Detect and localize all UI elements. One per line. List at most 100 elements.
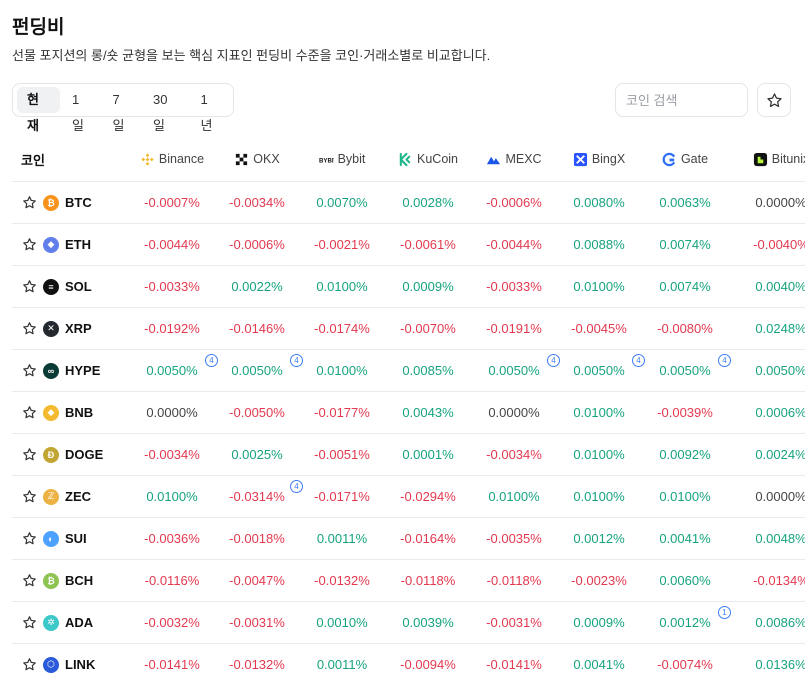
funding-rate-cell[interactable]: -0.0031%	[214, 602, 300, 643]
funding-rate-cell[interactable]: -0.0094%	[385, 644, 471, 684]
funding-rate-cell[interactable]: -0.0031%	[471, 602, 557, 643]
favorite-star-icon[interactable]	[22, 237, 37, 252]
exchange-header-bybit[interactable]: BYBITBybit	[299, 137, 385, 181]
funding-rate-cell[interactable]: -0.0192%	[129, 308, 215, 349]
funding-rate-cell[interactable]: 0.0050% 4	[642, 350, 731, 391]
funding-rate-cell[interactable]: 0.0024%	[738, 434, 805, 475]
funding-rate-cell[interactable]: -0.0132%	[299, 560, 385, 601]
funding-rate-cell[interactable]: 0.0039%	[385, 602, 471, 643]
funding-rate-cell[interactable]: -0.0146%	[214, 308, 300, 349]
favorite-star-icon[interactable]	[22, 279, 37, 294]
favorite-star-icon[interactable]	[22, 405, 37, 420]
funding-rate-cell[interactable]: -0.0050%	[214, 392, 300, 433]
funding-rate-cell[interactable]: 0.0050% 4	[471, 350, 560, 391]
funding-rate-cell[interactable]: 0.0009%	[385, 266, 471, 307]
funding-rate-cell[interactable]: 0.0080%	[556, 182, 642, 223]
funding-rate-cell[interactable]: 0.0248%	[738, 308, 805, 349]
funding-rate-cell[interactable]: 0.0048%	[738, 518, 805, 559]
funding-rate-cell[interactable]: 0.0000%	[738, 476, 805, 517]
funding-rate-cell[interactable]: 0.0100%	[129, 476, 215, 517]
table-row[interactable]: ₿ BCH -0.0116% -0.0047% -0.0132% -0.0118% -0.0…	[12, 560, 805, 602]
funding-rate-cell[interactable]: -0.0032%	[129, 602, 215, 643]
funding-rate-cell[interactable]: -0.0034%	[214, 182, 300, 223]
funding-rate-cell[interactable]: -0.0132%	[214, 644, 300, 684]
funding-rate-cell[interactable]: 0.0025%	[214, 434, 300, 475]
funding-rate-cell[interactable]: -0.0080%	[642, 308, 728, 349]
funding-rate-cell[interactable]: 0.0100%	[556, 434, 642, 475]
funding-rate-cell[interactable]: 0.0043%	[385, 392, 471, 433]
funding-rate-cell[interactable]: -0.0074%	[642, 644, 728, 684]
funding-rate-cell[interactable]: -0.0314% 4	[214, 476, 303, 517]
funding-rate-cell[interactable]: -0.0118%	[385, 560, 471, 601]
funding-rate-cell[interactable]: -0.0018%	[214, 518, 300, 559]
exchange-header-mexc[interactable]: MEXC	[471, 137, 557, 181]
funding-rate-cell[interactable]: 0.0041%	[642, 518, 728, 559]
funding-rate-cell[interactable]: 0.0006%	[738, 392, 805, 433]
funding-rate-cell[interactable]: 0.0074%	[642, 224, 728, 265]
funding-rate-cell[interactable]: 0.0136%	[738, 644, 805, 684]
funding-rate-cell[interactable]: 0.0050% 4	[214, 350, 303, 391]
funding-rate-cell[interactable]: -0.0044%	[471, 224, 557, 265]
funding-rate-cell[interactable]: 0.0011%	[299, 518, 385, 559]
favorite-star-icon[interactable]	[22, 447, 37, 462]
funding-rate-cell[interactable]: 0.0050% 4	[129, 350, 218, 391]
funding-rate-cell[interactable]: 0.0100%	[642, 476, 728, 517]
funding-rate-cell[interactable]: -0.0118%	[471, 560, 557, 601]
funding-rate-cell[interactable]: 0.0088%	[556, 224, 642, 265]
funding-rate-cell[interactable]: -0.0033%	[471, 266, 557, 307]
funding-rate-cell[interactable]: -0.0174%	[299, 308, 385, 349]
favorite-star-icon[interactable]	[22, 321, 37, 336]
exchange-header-bingx[interactable]: BingX	[556, 137, 642, 181]
period-tab[interactable]: 30일	[143, 87, 188, 133]
funding-rate-cell[interactable]: 0.0100%	[471, 476, 557, 517]
funding-rate-cell[interactable]: 0.0001%	[385, 434, 471, 475]
table-row[interactable]: ≡ SOL -0.0033% 0.0022% 0.0100% 0.0009% -0.0033…	[12, 266, 805, 308]
exchange-header-gate[interactable]: Gate	[642, 137, 728, 181]
funding-rate-cell[interactable]: -0.0116%	[129, 560, 215, 601]
exchange-header-binance[interactable]: Binance	[129, 137, 215, 181]
table-row[interactable]: ✕ XRP -0.0192% -0.0146% -0.0174% -0.0070% -0.0…	[12, 308, 805, 350]
favorite-star-icon[interactable]	[22, 489, 37, 504]
favorite-star-icon[interactable]	[22, 195, 37, 210]
funding-rate-cell[interactable]: 0.0100%	[299, 350, 385, 391]
funding-rate-cell[interactable]: 0.0092%	[642, 434, 728, 475]
funding-rate-cell[interactable]: -0.0021%	[299, 224, 385, 265]
funding-rate-cell[interactable]: -0.0051%	[299, 434, 385, 475]
funding-rate-cell[interactable]: 0.0085%	[385, 350, 471, 391]
funding-rate-cell[interactable]: 0.0009%	[556, 602, 642, 643]
funding-rate-cell[interactable]: -0.0006%	[471, 182, 557, 223]
funding-rate-cell[interactable]: -0.0047%	[214, 560, 300, 601]
funding-rate-cell[interactable]: -0.0134%	[738, 560, 805, 601]
funding-rate-cell[interactable]: -0.0040%	[738, 224, 805, 265]
funding-rate-cell[interactable]: 0.0050%	[738, 350, 805, 391]
period-tab[interactable]: 현재	[17, 87, 61, 133]
table-row[interactable]: ◆ BNB 0.0000% -0.0050% -0.0177% 0.0043% 0.0000…	[12, 392, 805, 434]
funding-rate-cell[interactable]: 0.0086%	[738, 602, 805, 643]
table-row[interactable]: ◆ ETH -0.0044% -0.0006% -0.0021% -0.0061% -0.0…	[12, 224, 805, 266]
funding-rate-cell[interactable]: 0.0011%	[299, 644, 385, 684]
funding-rate-cell[interactable]: -0.0007%	[129, 182, 215, 223]
funding-rate-cell[interactable]: -0.0177%	[299, 392, 385, 433]
funding-rate-cell[interactable]: 0.0022%	[214, 266, 300, 307]
funding-rate-cell[interactable]: 0.0063%	[642, 182, 728, 223]
funding-rate-cell[interactable]: -0.0191%	[471, 308, 557, 349]
table-row[interactable]: ✲ ADA -0.0032% -0.0031% 0.0010% 0.0039% -0.003…	[12, 602, 805, 644]
funding-rate-cell[interactable]: 0.0100%	[556, 266, 642, 307]
funding-rate-cell[interactable]: 0.0000%	[129, 392, 215, 433]
funding-rate-cell[interactable]: 0.0060%	[642, 560, 728, 601]
funding-rate-cell[interactable]: 0.0100%	[556, 392, 642, 433]
funding-rate-cell[interactable]: -0.0006%	[214, 224, 300, 265]
funding-rate-cell[interactable]: -0.0039%	[642, 392, 728, 433]
funding-rate-cell[interactable]: -0.0061%	[385, 224, 471, 265]
funding-rate-cell[interactable]: 0.0074%	[642, 266, 728, 307]
funding-rate-cell[interactable]: -0.0141%	[471, 644, 557, 684]
table-row[interactable]: ◐ SUI -0.0036% -0.0018% 0.0011% -0.0164% -0.00…	[12, 518, 805, 560]
coin-search-input[interactable]	[616, 84, 747, 116]
funding-rate-cell[interactable]: -0.0023%	[556, 560, 642, 601]
table-row[interactable]: ℤ ZEC 0.0100% -0.0314% 4 -0.0171% -0.0294% 0.01…	[12, 476, 805, 518]
favorite-star-icon[interactable]	[22, 363, 37, 378]
funding-rate-cell[interactable]: -0.0035%	[471, 518, 557, 559]
funding-rate-cell[interactable]: 0.0012% 1	[642, 602, 731, 643]
period-tab[interactable]: 1일	[62, 87, 101, 133]
funding-rate-cell[interactable]: 0.0050% 4	[556, 350, 645, 391]
